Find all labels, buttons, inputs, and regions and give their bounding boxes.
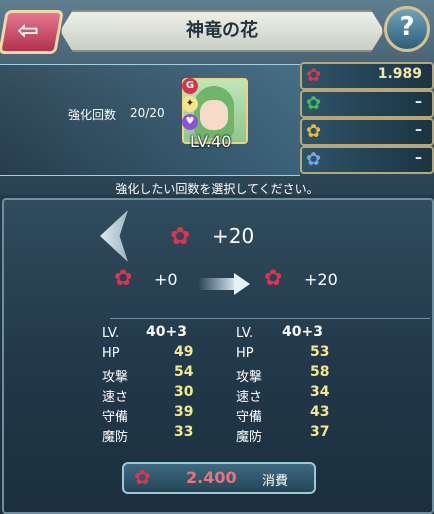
stat-value-after: 40+3 [282,324,323,340]
stat-value-before: 54 [174,364,194,380]
stat-value-before: 49 [174,344,194,360]
resource-row-green: ✿ – [300,90,434,118]
merge-after: +20 [304,270,338,289]
green-flower-icon: ✿ [306,93,322,114]
merge-count-value: 20/20 [130,106,165,120]
stat-value-before: 30 [174,384,194,400]
blue-flower-icon: ✿ [306,149,322,170]
resource-row-gold: ✿ – [300,118,434,146]
red-flower-icon: ✿ [170,222,191,250]
right-arrow-icon [198,273,250,295]
resource-value-red: 1.989 [377,66,422,82]
cost-value: 2.400 [186,468,237,487]
portrait-face [200,100,228,130]
confirm-cost-button[interactable]: ✿ 2.400 消費 [122,462,316,494]
stat-label: HP [102,346,120,361]
resource-row-blue: ✿ – [300,146,434,174]
stat-value-after: 34 [310,384,330,400]
stat-value-before: 39 [174,404,194,420]
stat-label: LV. [236,326,254,341]
stat-label: 攻撃 [236,370,263,385]
red-flower-icon: ✿ [306,65,322,86]
weapon-type-icon: G [182,78,198,94]
stat-label: LV. [102,326,120,341]
gold-flower-icon: ✿ [306,121,322,142]
selected-amount: +20 [212,224,255,248]
stat-label: 攻撃 [102,370,129,385]
stat-label: HP [236,346,254,361]
red-flower-icon: ✿ [134,465,151,489]
resource-value-gold: – [415,122,422,138]
stat-label: 速さ [236,390,263,405]
instruction-text: 強化したい回数を選択してください。 [115,182,319,196]
merge-count-label: 強化回数 [68,108,117,122]
stat-label: 守備 [236,410,263,425]
stat-label: 魔防 [236,430,263,445]
merge-before: +0 [154,270,178,289]
stat-value-after: 58 [310,364,330,380]
red-flower-icon: ✿ [264,266,283,291]
unit-level: LV.40 [190,132,232,151]
stat-value-after: 53 [310,344,330,360]
stat-value-before: 40+3 [146,324,187,340]
stat-value-after: 37 [310,424,330,440]
back-button[interactable]: ⇦ [0,10,64,54]
stat-label: 魔防 [102,430,129,445]
resource-value-blue: – [415,150,422,166]
page-title: 神竜の花 [186,20,258,41]
back-arrow-icon: ⇦ [17,16,39,46]
stats-divider [110,318,430,319]
red-flower-icon: ✿ [114,266,133,291]
stat-value-after: 43 [310,404,330,420]
heart-icon: ♥ [182,114,198,130]
question-icon: ? [399,12,415,42]
unit-header-panel [0,64,300,176]
stat-label: 守備 [102,410,129,425]
resource-row-red: ✿ 1.989 [300,62,434,90]
cost-label: 消費 [262,474,289,489]
resource-value-green: – [415,94,422,110]
move-type-icon: ✦ [182,96,198,112]
help-button[interactable]: ? [384,6,430,52]
title-banner: 神竜の花 [60,10,384,52]
stat-label: 速さ [102,390,129,405]
stat-value-before: 33 [174,424,194,440]
